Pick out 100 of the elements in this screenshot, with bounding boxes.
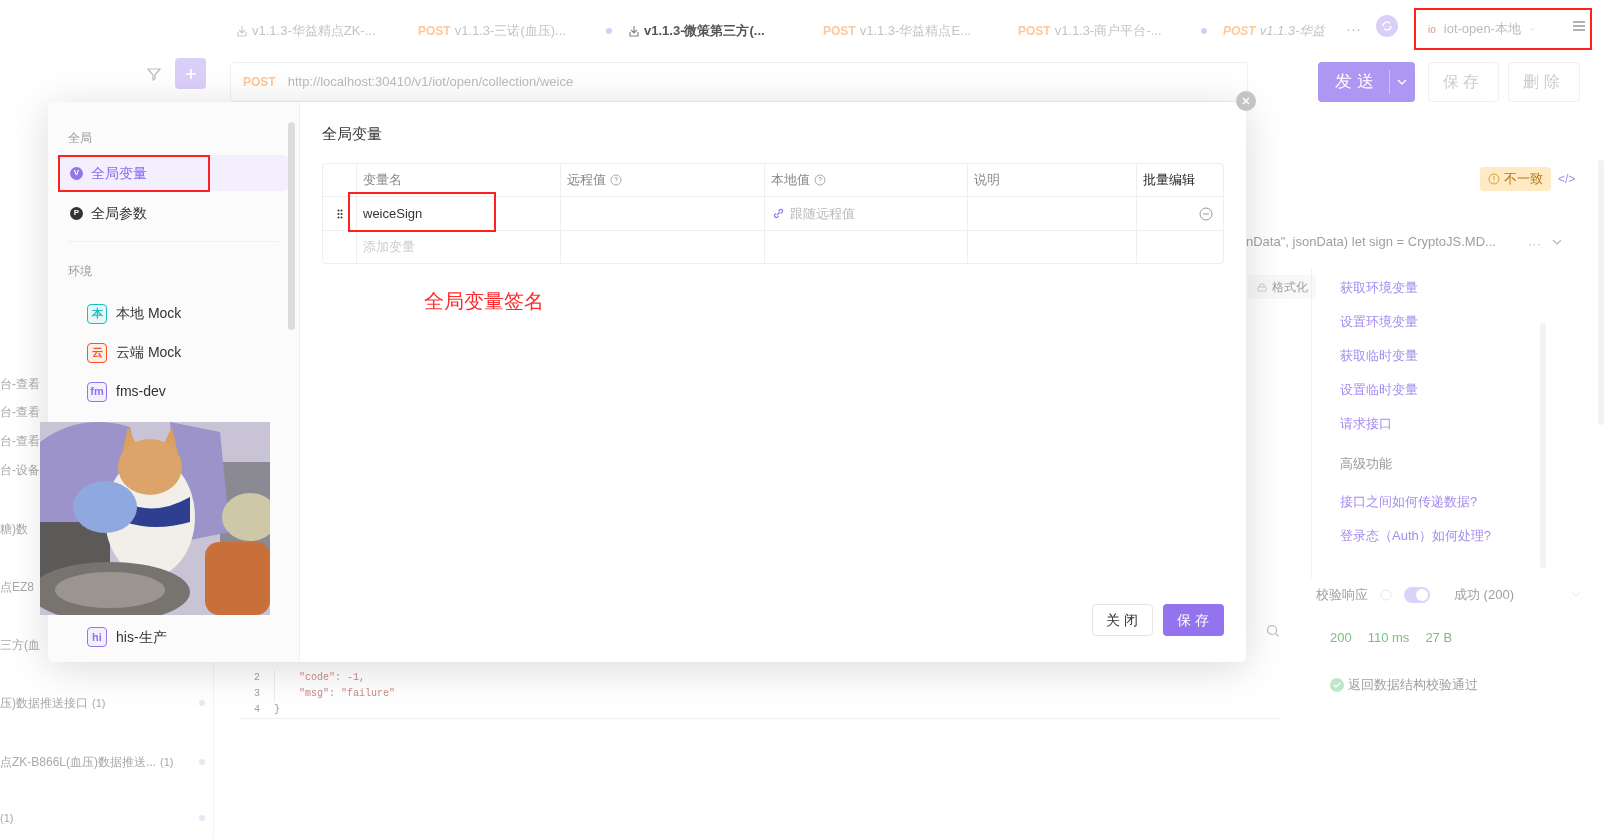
tab[interactable]: v1.1.3-华益精点ZK-... xyxy=(228,10,410,52)
url-text: http://localhost:30410/v1/iot/open/collection/weice xyxy=(287,73,574,92)
tree-item-label[interactable]: 台-查看 xyxy=(0,432,40,450)
environment-item[interactable]: fm fms-dev xyxy=(58,372,289,411)
section-label: 环境 xyxy=(67,263,93,280)
item-count: (1) xyxy=(0,811,14,826)
column-header: 远程值 xyxy=(567,171,606,190)
nav-item[interactable]: V 全局变量 xyxy=(58,155,289,191)
environment-badge: 本 xyxy=(87,303,107,324)
snippet-link[interactable]: 获取临时变量 xyxy=(1340,346,1418,366)
format-button[interactable]: 格式化 xyxy=(1248,275,1316,299)
close-icon xyxy=(1242,97,1250,105)
column-header: 本地值 xyxy=(771,171,810,190)
tree-item-label[interactable]: 台-查看 xyxy=(0,375,40,393)
snippet-link[interactable]: 设置环境变量 xyxy=(1340,312,1418,332)
environment-prefix-label: io xyxy=(1428,22,1436,37)
tree-item-label[interactable]: 糖)数 xyxy=(0,520,28,538)
tree-item-label[interactable]: 压)数据推送接口 xyxy=(0,694,88,712)
scrollbar[interactable] xyxy=(288,122,295,330)
more-tabs-icon[interactable]: ··· xyxy=(1346,18,1361,41)
tab-label: v1.1.3-华益精点ZK-... xyxy=(252,22,376,41)
section-label: 全局 xyxy=(67,130,93,147)
tab[interactable]: POST v1.1.3-商户平台-... xyxy=(1010,10,1215,52)
snippet-link[interactable]: 登录态（Auth）如何处理? xyxy=(1340,526,1491,546)
environment-item[interactable]: hi his-生产 xyxy=(58,624,289,650)
remove-icon[interactable] xyxy=(1199,206,1213,221)
environment-badge: 云 xyxy=(87,342,107,363)
item-count: (1) xyxy=(92,695,106,711)
method-label: POST xyxy=(823,23,856,40)
tab-label: v1.1.3-华益精点E... xyxy=(859,22,971,41)
menu-icon[interactable] xyxy=(1572,20,1586,32)
filter-icon[interactable] xyxy=(146,66,162,82)
tab-label: v1.1.3-微策第三方(... xyxy=(644,22,765,41)
plus-icon xyxy=(183,66,198,81)
url-field[interactable]: POST http://localhost:30410/v1/iot/open/collection/weice xyxy=(230,62,1248,102)
item-count: (1) xyxy=(160,754,174,770)
tree-item-label[interactable]: 台-查看 xyxy=(0,403,40,421)
document-icon xyxy=(628,25,640,37)
check-circle-icon xyxy=(1330,677,1344,692)
snippet-link[interactable]: 请求接口 xyxy=(1340,414,1392,434)
warning-icon xyxy=(1488,173,1500,185)
tab-label: v1.1.3-商户平台-... xyxy=(1054,22,1162,41)
help-icon xyxy=(610,174,622,186)
snippet-link[interactable]: 接口之间如何传递数据? xyxy=(1340,492,1478,512)
more-icon[interactable]: ··· xyxy=(1528,234,1541,254)
code-line: "code": -1, xyxy=(274,670,365,686)
environment-item[interactable]: 本 本地 Mock xyxy=(58,294,289,333)
tab[interactable]: POST v1.1.3-华益精点E... xyxy=(815,10,1010,52)
column-header: 变量名 xyxy=(363,171,402,190)
help-icon xyxy=(814,174,826,186)
add-button[interactable] xyxy=(175,58,206,89)
link-icon xyxy=(773,208,784,219)
nav-item[interactable]: P 全局参数 xyxy=(58,195,289,231)
close-button[interactable]: 关闭 xyxy=(1092,604,1153,636)
line-number: 3 xyxy=(253,687,260,701)
close-button[interactable] xyxy=(1236,91,1256,111)
save-button[interactable]: 保存 xyxy=(1163,604,1224,636)
toggle-switch[interactable] xyxy=(1404,586,1430,603)
method-label: POST xyxy=(243,74,276,91)
response-stat: 200 xyxy=(1330,629,1352,647)
environment-badge: hi xyxy=(87,627,107,647)
snippet-link[interactable]: 设置临时变量 xyxy=(1340,380,1418,400)
refresh-icon[interactable] xyxy=(1376,15,1398,37)
tree-item-label[interactable]: 点ZK-B866L(血压)数据推送... xyxy=(0,753,157,771)
nav-icon: V xyxy=(70,166,83,180)
environment-badge: fm xyxy=(87,381,107,402)
response-stat: 27 B xyxy=(1425,629,1453,647)
send-button[interactable]: 发送 xyxy=(1318,62,1415,102)
local-value-placeholder[interactable]: 跟随远程值 xyxy=(790,203,855,224)
code-icon[interactable]: </> xyxy=(1558,170,1576,188)
response-stat: 110 ms xyxy=(1367,629,1410,647)
nav-icon: P xyxy=(70,206,83,220)
search-icon[interactable] xyxy=(1266,624,1280,638)
tree-item-label[interactable]: 点EZ8 xyxy=(0,578,34,596)
code-line: "msg": "failure" xyxy=(274,686,395,702)
environment-selector[interactable]: io iot-open-本地 xyxy=(1420,14,1544,44)
document-icon xyxy=(236,25,248,37)
tree-item-label[interactable]: 三方(血 xyxy=(0,636,40,654)
snippet-link[interactable]: 获取环境变量 xyxy=(1340,278,1418,298)
drag-handle-icon[interactable] xyxy=(336,208,343,219)
validation-label: 校验响应 xyxy=(1316,586,1368,604)
method-label: POST xyxy=(1018,23,1051,40)
method-label: POST xyxy=(1223,23,1256,40)
validation-result: 返回数据结构校验通过 xyxy=(1348,676,1478,694)
dialog-title: 全局变量 xyxy=(322,124,383,144)
environment-name: iot-open-本地 xyxy=(1443,20,1522,39)
tab-label: v1.1.3-华益 xyxy=(1259,22,1326,41)
environment-item[interactable]: 云 云端 Mock xyxy=(58,333,289,372)
script-preview: nData", jsonData) let sign = CryptoJS.MD... xyxy=(1246,233,1497,251)
code-line: } xyxy=(274,703,280,717)
tab[interactable]: POST v1.1.3-华益 xyxy=(1215,10,1335,52)
column-header: 说明 xyxy=(974,171,1000,190)
tree-item-label[interactable]: 台-设备 xyxy=(0,461,40,479)
bulk-edit-link[interactable]: 批量编辑 xyxy=(1143,170,1195,190)
status-badge: 不一致 xyxy=(1480,167,1551,191)
response-status[interactable]: 成功 (200) xyxy=(1454,585,1514,605)
line-number: 2 xyxy=(253,671,260,685)
line-number: 4 xyxy=(253,703,260,717)
method-label: POST xyxy=(418,23,451,40)
variable-name-field[interactable]: weiceSign xyxy=(363,203,423,224)
